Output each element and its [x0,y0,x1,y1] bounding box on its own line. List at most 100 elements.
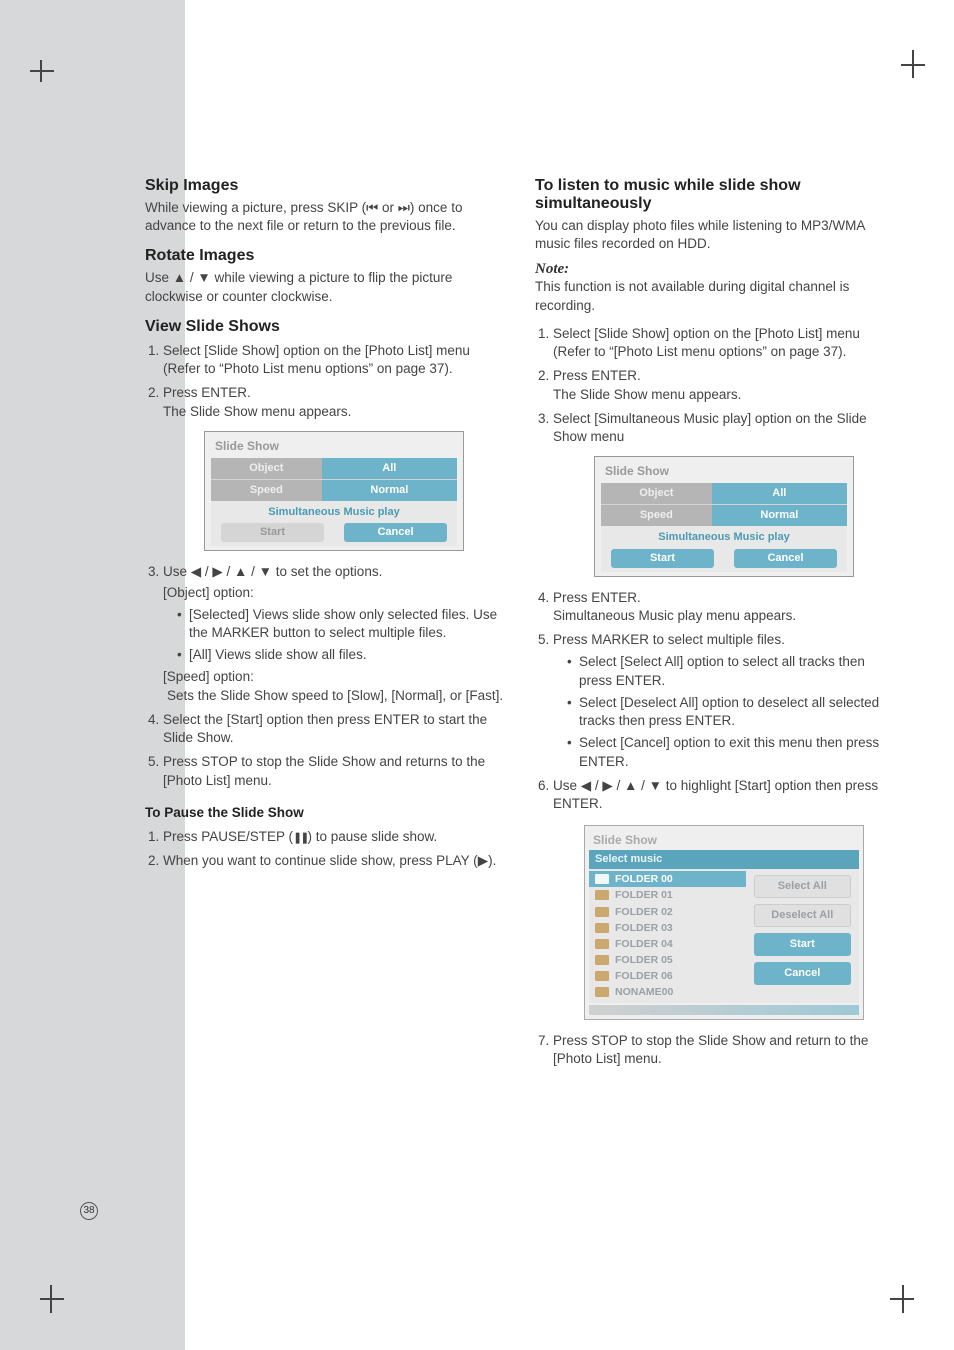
list-item: Select [Deselect All] option to deselect… [567,694,895,730]
list-item: Select [Cancel] option to exit this menu… [567,734,895,770]
list-item: Press STOP to stop the Slide Show and re… [163,753,505,789]
list-item: [All] Views slide show all files. [177,646,505,664]
folder-label: FOLDER 06 [615,969,673,983]
note-text: This function is not available during di… [535,278,895,314]
right-column: To listen to music while slide show simu… [535,165,895,1074]
slide-show-dialog-2: Slide Show Object All Speed Normal Simul… [594,456,854,577]
rotate-images-text: Use ▲ / ▼ while viewing a picture to fli… [145,269,505,305]
page-number: 38 [80,1202,98,1220]
play-icon: ▶ [478,853,488,868]
pause-steps: Press PAUSE/STEP (❚❚) to pause slide sho… [145,828,505,870]
simultaneous-music-label[interactable]: Simultaneous Music play [211,501,457,522]
folder-item[interactable]: FOLDER 00 [589,871,746,887]
folder-icon [595,923,609,933]
folder-item[interactable]: FOLDER 01 [589,887,746,903]
folder-icon [595,907,609,917]
pause-icon: ❚❚ [293,832,307,844]
listen-steps: Select [Slide Show] option on the [Photo… [535,325,895,1068]
crop-mark-top-left [40,60,62,82]
start-button[interactable]: Start [611,549,714,568]
list-item: Press ENTER. The Slide Show menu appears… [553,367,895,403]
crop-mark-bottom-right [890,1298,914,1300]
heading-listen-music: To listen to music while slide show simu… [535,177,895,213]
start-button[interactable]: Start [221,523,324,542]
folder-icon [595,939,609,949]
folder-item[interactable]: FOLDER 04 [589,936,746,952]
crop-mark-bottom-left [40,1298,64,1300]
object-value[interactable]: All [712,483,847,504]
speed-option-label: [Speed] option: [163,668,505,686]
page-content: Skip Images While viewing a picture, pre… [145,165,915,1074]
note-label: Note: [535,261,895,278]
cancel-button[interactable]: Cancel [754,962,851,985]
cancel-button[interactable]: Cancel [344,523,447,542]
heading-pause-slide-show: To Pause the Slide Show [145,804,505,822]
skip-images-text: While viewing a picture, press SKIP (⏮ o… [145,199,505,235]
folder-list: FOLDER 00 FOLDER 01 FOLDER 02 FOLDER 03 FOLD… [589,869,746,1002]
speed-label: Speed [211,480,322,501]
dialog-footer-bar [589,1005,859,1015]
list-item: Select [Slide Show] option on the [Photo… [163,342,505,378]
heading-rotate-images: Rotate Images [145,247,505,265]
speed-label: Speed [601,505,712,526]
list-item: When you want to continue slide show, pr… [163,852,505,870]
folder-label: FOLDER 04 [615,937,673,951]
select-music-dialog: Slide Show Select music FOLDER 00FOLDER … [584,825,864,1019]
object-label: Object [211,458,322,479]
view-slide-steps: Select [Slide Show] option on the [Photo… [145,342,505,790]
list-item: Press MARKER to select multiple files. S… [553,631,895,771]
select-music-subtitle: Select music [589,850,859,869]
folder-label: FOLDER 00 [615,872,673,886]
crop-mark-top-right [912,50,914,78]
list-item: Press ENTER. Simultaneous Music play men… [553,589,895,625]
speed-option-text: Sets the Slide Show speed to [Slow], [No… [163,687,505,705]
cancel-button[interactable]: Cancel [734,549,837,568]
heading-skip-images: Skip Images [145,177,505,195]
dialog-title: Slide Show [601,463,847,479]
listen-music-text: You can display photo files while listen… [535,217,895,253]
slide-show-dialog: Slide Show Object All Speed Normal Simul… [204,431,464,552]
folder-item[interactable]: FOLDER 03 [589,920,746,936]
down-icon: ▼ [197,270,210,285]
list-item: Use ◀ / ▶ / ▲ / ▼ to highlight [Start] o… [553,777,895,1020]
heading-view-slide-shows: View Slide Shows [145,318,505,336]
folder-icon [595,890,609,900]
list-item: [Selected] Views slide show only selecte… [177,606,505,642]
up-icon: ▲ [173,270,186,285]
object-value[interactable]: All [322,458,457,479]
folder-label: FOLDER 01 [615,888,673,902]
list-item: Select the [Start] option then press ENT… [163,711,505,747]
folder-icon [595,874,609,884]
list-item: Use ◀ / ▶ / ▲ / ▼ to set the options. [O… [163,563,505,705]
speed-value[interactable]: Normal [712,505,847,526]
object-option-label: [Object] option: [163,584,505,602]
select-all-button[interactable]: Select All [754,875,851,898]
object-label: Object [601,483,712,504]
list-item: Press PAUSE/STEP (❚❚) to pause slide sho… [163,828,505,846]
folder-icon [595,955,609,965]
folder-item[interactable]: FOLDER 05 [589,952,746,968]
folder-item[interactable]: FOLDER 02 [589,904,746,920]
folder-label: NONAME00 [615,985,673,999]
list-item: Select [Slide Show] option on the [Photo… [553,325,895,361]
list-item: Press ENTER. The Slide Show menu appears… [163,384,505,551]
speed-value[interactable]: Normal [322,480,457,501]
folder-label: FOLDER 03 [615,921,673,935]
list-item: Select [Simultaneous Music play] option … [553,410,895,577]
dialog-title: Slide Show [211,438,457,454]
folder-item[interactable]: FOLDER 06 [589,968,746,984]
skip-next-icon: ⏭ [398,200,410,215]
list-item: Press STOP to stop the Slide Show and re… [553,1032,895,1068]
folder-item[interactable]: NONAME00 [589,984,746,1000]
dialog-title: Slide Show [589,830,859,848]
folder-icon [595,971,609,981]
simultaneous-music-label[interactable]: Simultaneous Music play [601,526,847,547]
deselect-all-button[interactable]: Deselect All [754,904,851,927]
folder-icon [595,987,609,997]
skip-prev-icon: ⏮ [366,200,378,215]
left-column: Skip Images While viewing a picture, pre… [145,165,505,1074]
folder-label: FOLDER 02 [615,905,673,919]
start-button[interactable]: Start [754,933,851,956]
list-item: Select [Select All] option to select all… [567,653,895,689]
folder-label: FOLDER 05 [615,953,673,967]
